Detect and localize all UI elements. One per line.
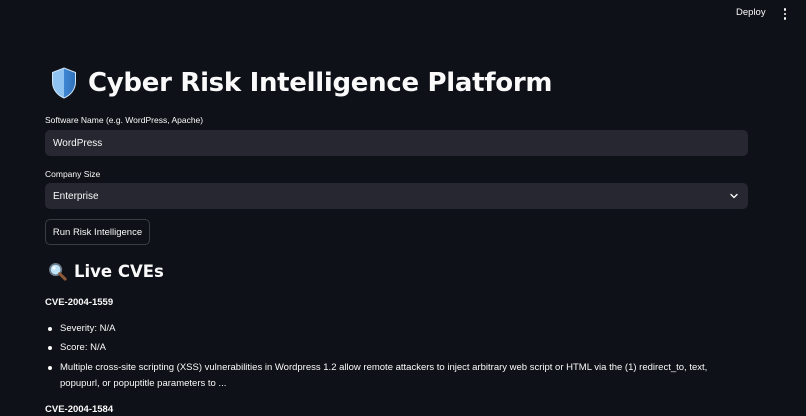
cve-id: CVE-2004-1559 [45, 297, 114, 308]
deploy-button[interactable]: Deploy [736, 7, 766, 18]
live-cves-title: Live CVEs [74, 262, 164, 281]
shield-icon [52, 67, 76, 99]
chevron-down-icon [730, 193, 738, 199]
software-name-label: Software Name (e.g. WordPress, Apache) [45, 115, 204, 125]
top-toolbar: Deploy [0, 0, 806, 28]
cve-severity: Severity: N/A [45, 322, 748, 335]
cve-detail-list: Severity: N/A Score: N/A Multiple cross-… [45, 322, 748, 398]
cve-id: CVE-2004-1584 [45, 404, 114, 415]
company-size-label: Company Size [45, 169, 101, 179]
software-name-input[interactable] [45, 130, 748, 156]
live-cves-header: Live CVEs [48, 262, 164, 281]
magnifier-icon [49, 263, 67, 281]
cve-description: Multiple cross-site scripting (XSS) vuln… [45, 360, 748, 392]
cve-score: Score: N/A [45, 341, 748, 354]
page-title: Cyber Risk Intelligence Platform [88, 68, 553, 98]
company-size-value: Enterprise [53, 190, 99, 202]
company-size-select[interactable]: Enterprise [45, 183, 748, 209]
more-vertical-icon[interactable] [778, 6, 792, 22]
page-header: Cyber Risk Intelligence Platform [51, 67, 552, 99]
run-risk-intelligence-button[interactable]: Run Risk Intelligence [45, 219, 150, 245]
